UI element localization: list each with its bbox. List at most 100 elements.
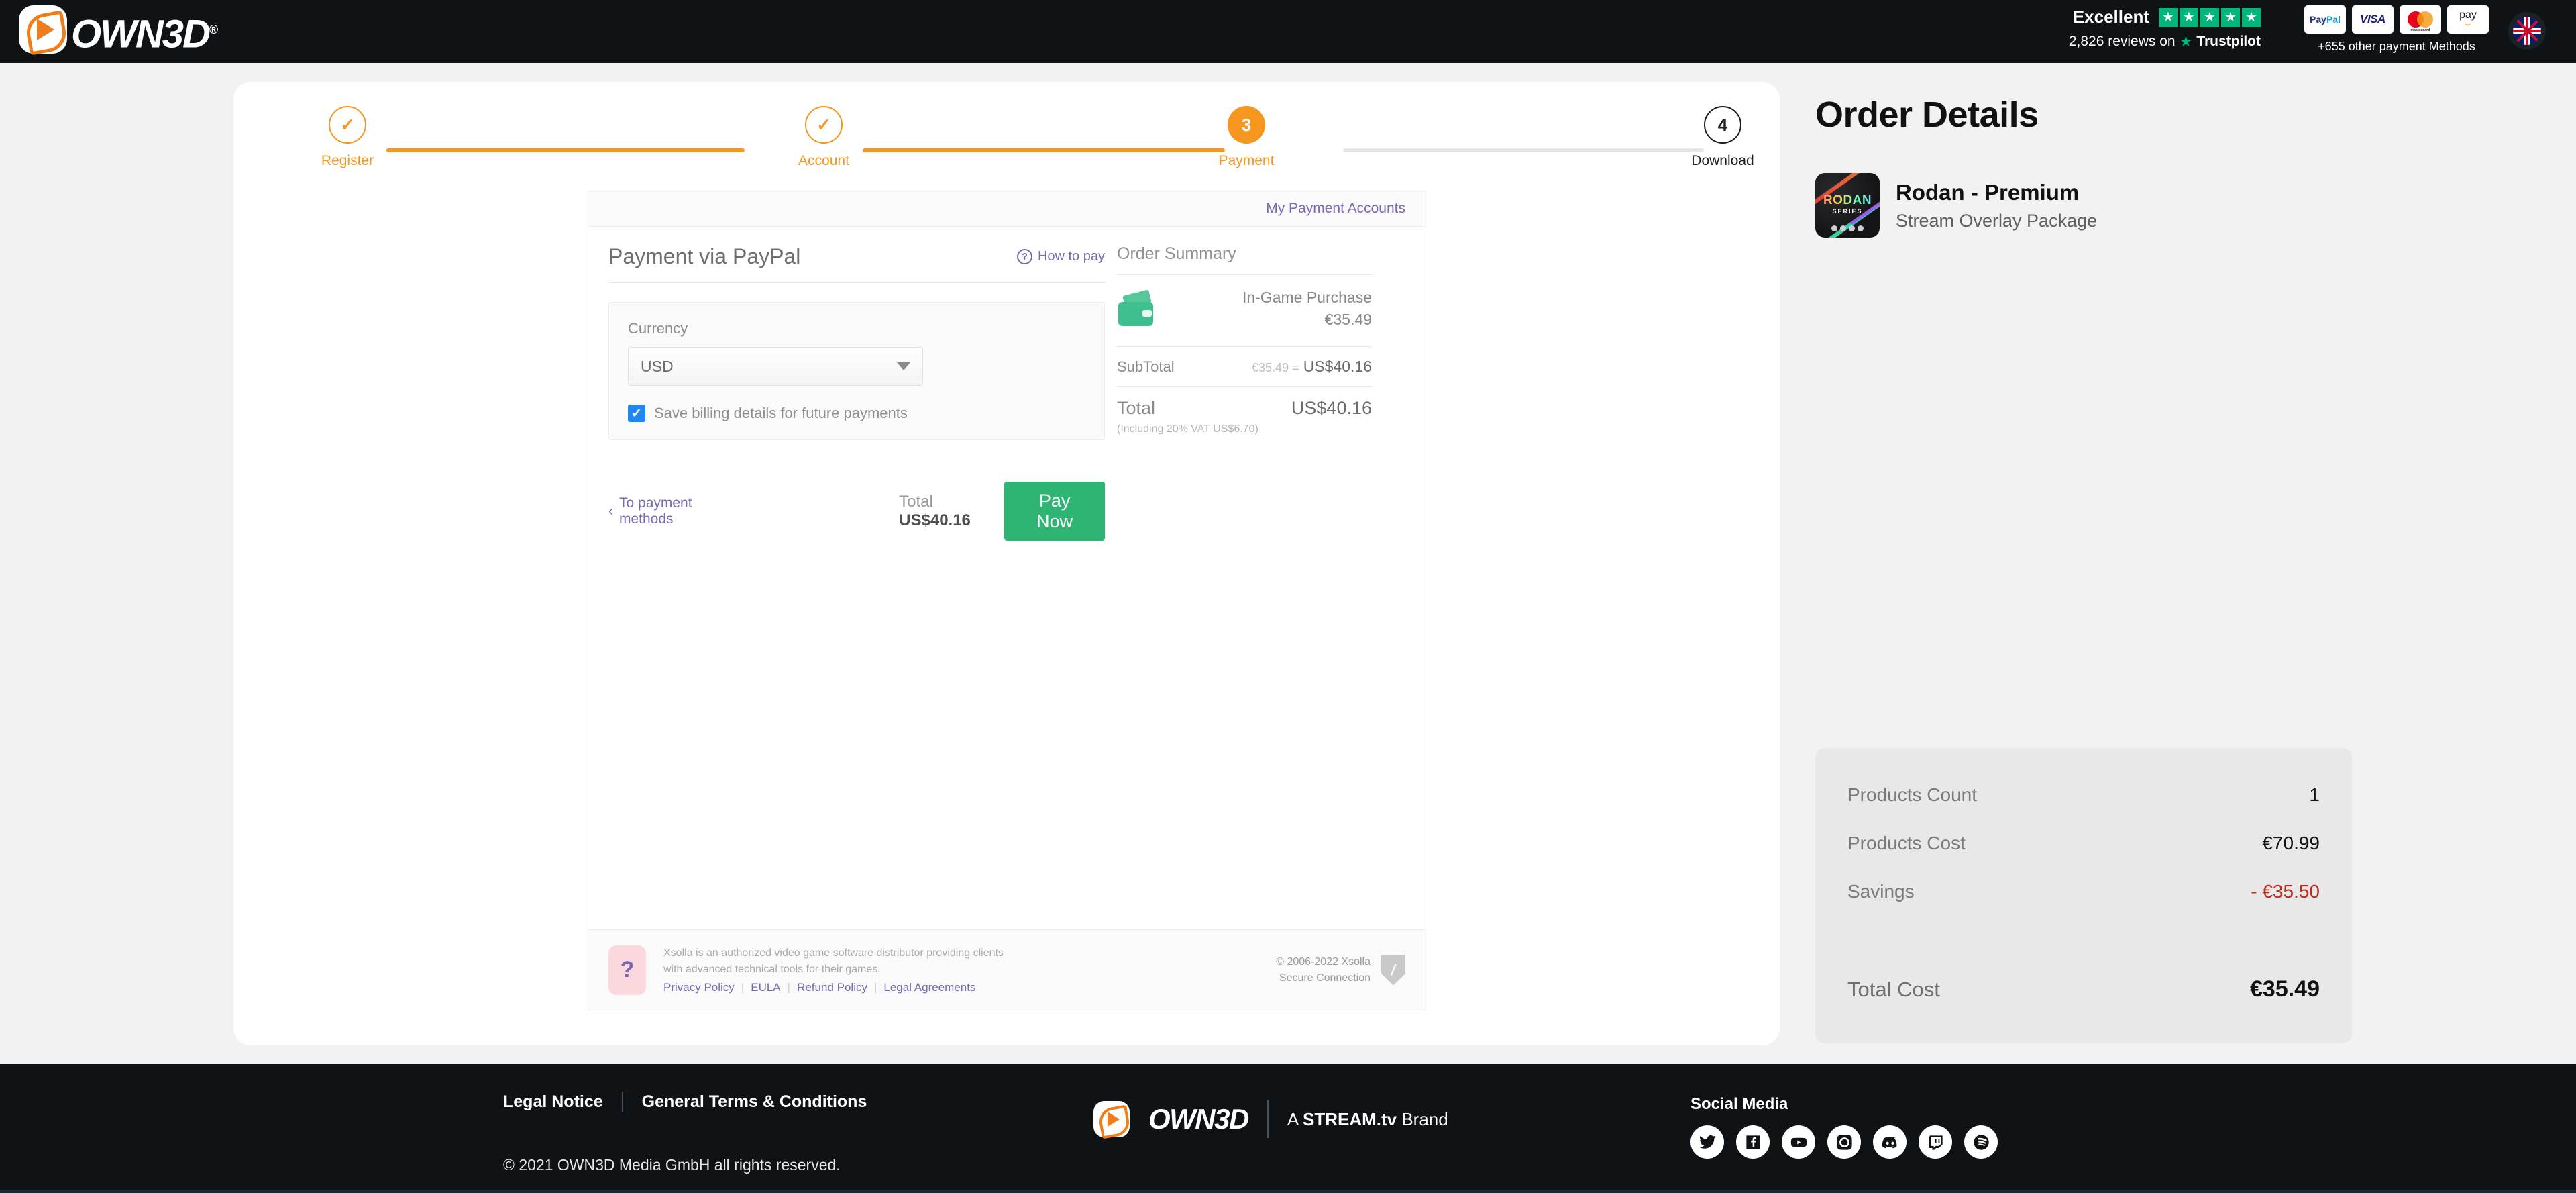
instagram-icon[interactable] [1827, 1125, 1861, 1159]
product-name: Rodan - Premium [1896, 179, 2080, 205]
step-account-label: Account [798, 153, 849, 168]
stepper-bar-2 [863, 148, 1225, 152]
step-download[interactable]: 4 Download [1649, 106, 1796, 169]
payment-methods-group[interactable]: Pay Pal VISA mastercard pay ⌣ +655 other p… [2304, 5, 2489, 54]
step-payment-label: Payment [1218, 153, 1275, 168]
twitter-icon[interactable] [1690, 1125, 1724, 1159]
wallet-icon [1117, 289, 1156, 326]
twitch-icon[interactable] [1919, 1125, 1952, 1159]
star-icon: ★ [2180, 7, 2198, 27]
own3d-logo[interactable]: OWN3D® [19, 5, 218, 58]
top-header-bar: OWN3D® Excellent ★ ★ ★ ★ ★ 2,826 reviews… [0, 0, 2576, 63]
product-row[interactable]: RODAN SERIES Rodan - Premium Stream Over… [1815, 173, 2352, 238]
stepper-bar-1 [386, 148, 745, 152]
xsolla-widget-toolbar: My Payment Accounts [588, 191, 1426, 227]
spotify-icon[interactable] [1964, 1125, 1998, 1159]
how-to-pay-label: How to pay [1037, 249, 1105, 264]
xsolla-payment-widget: My Payment Accounts Payment via PayPal ?… [588, 191, 1426, 1010]
save-billing-row[interactable]: ✓ Save billing details for future paymen… [628, 405, 1085, 422]
how-to-pay-link[interactable]: ? How to pay [1016, 249, 1105, 264]
xsolla-copyright: © 2006-2022 Xsolla [1276, 955, 1371, 968]
star-icon: ★ [2159, 7, 2178, 27]
own3d-play-icon [19, 5, 67, 54]
page-root: OWN3D® Excellent ★ ★ ★ ★ ★ 2,826 reviews… [0, 0, 2576, 1193]
trustpilot-rating-word: Excellent [2072, 7, 2149, 27]
currency-select[interactable]: USD [628, 347, 923, 386]
divider [608, 282, 1105, 283]
pay-total-value: US$40.16 [899, 511, 971, 529]
trustpilot-widget[interactable]: Excellent ★ ★ ★ ★ ★ 2,826 reviews on ★ T… [2069, 7, 2261, 50]
checkout-card: ✓ Register ✓ Account 3 Payment 4 Downloa… [233, 82, 1780, 1045]
divider [1117, 346, 1372, 347]
order-total-row: Total US$40.16 [1117, 398, 1372, 419]
pay-total: Total US$40.16 [899, 492, 988, 530]
totals-row-products-count: Products Count 1 [1847, 784, 2320, 806]
to-payment-methods-link[interactable]: ‹ To payment methods [608, 495, 723, 527]
to-payment-methods-label: To payment methods [619, 495, 692, 527]
other-payment-methods-label[interactable]: +655 other payment Methods [2304, 40, 2489, 54]
currency-field-box: Currency USD ✓ Save billing details for … [608, 302, 1105, 440]
totals-row-grand: Total Cost €35.49 [1847, 976, 2320, 1002]
order-subtotal-row: SubTotal €35.49 = US$40.16 [1117, 358, 1372, 376]
secure-connection-label: Secure Connection [1279, 972, 1371, 984]
trustpilot-star-icon: ★ [2179, 33, 2193, 50]
pay-total-label: Total [899, 492, 933, 511]
order-item-price: €35.49 [1324, 311, 1372, 328]
visa-logo: VISA [2352, 5, 2394, 34]
total-cost-label: Total Cost [1847, 978, 1940, 1001]
footer-brand: OWN3D A STREAM.tv Brand [1093, 1100, 1448, 1138]
footer-logo-text: OWN3D [1148, 1103, 1249, 1135]
trustpilot-stars: ★ ★ ★ ★ ★ [2159, 7, 2261, 27]
amazon-pay-logo: pay ⌣ [2447, 5, 2489, 34]
facebook-icon[interactable] [1736, 1125, 1770, 1159]
legal-agreements-link[interactable]: Legal Agreements [883, 981, 975, 994]
trustpilot-reviews-count: 2,826 reviews on [2068, 34, 2176, 49]
step-account-badge: ✓ [805, 106, 843, 144]
currency-selected-value: USD [641, 357, 674, 375]
social-media-icons [1690, 1125, 1998, 1159]
step-payment[interactable]: 3 Payment [1173, 106, 1320, 169]
save-billing-checkbox[interactable]: ✓ [628, 405, 645, 422]
savings-label: Savings [1847, 881, 1915, 902]
step-download-badge: 4 [1704, 106, 1741, 144]
pay-now-button[interactable]: Pay Now [1004, 482, 1105, 541]
step-register[interactable]: ✓ Register [274, 106, 421, 169]
terms-conditions-link[interactable]: General Terms & Conditions [642, 1092, 867, 1112]
divider [1117, 386, 1372, 387]
step-account[interactable]: ✓ Account [750, 106, 898, 169]
totals-row-savings: Savings - €35.50 [1847, 881, 2320, 902]
star-icon: ★ [2221, 7, 2240, 27]
my-payment-accounts-link[interactable]: My Payment Accounts [1266, 201, 1405, 217]
stream-tv-brand-label: A STREAM.tv Brand [1287, 1108, 1448, 1129]
star-icon: ★ [2200, 7, 2219, 27]
eula-link[interactable]: EULA [751, 981, 780, 994]
total-cost-value: €35.49 [2250, 976, 2320, 1002]
product-thumbnail: RODAN SERIES [1815, 173, 1880, 238]
refund-policy-link[interactable]: Refund Policy [797, 981, 867, 994]
discord-icon[interactable] [1873, 1125, 1907, 1159]
xsolla-secure-block: © 2006-2022 Xsolla Secure Connection [1276, 954, 1371, 986]
order-totals-card: Products Count 1 Products Cost €70.99 Sa… [1815, 748, 2352, 1043]
subtotal-value: US$40.16 [1303, 358, 1372, 375]
page-footer: Legal Notice General Terms & Conditions … [0, 1064, 2576, 1193]
subtotal-original: €35.49 = [1251, 361, 1299, 374]
uk-flag-icon[interactable] [2508, 12, 2546, 50]
trustpilot-brand: Trustpilot [2196, 34, 2261, 49]
bottom-accent-bar [0, 1190, 2576, 1193]
products-cost-label: Products Cost [1847, 833, 1966, 853]
step-download-label: Download [1691, 153, 1754, 168]
legal-notice-link[interactable]: Legal Notice [503, 1092, 603, 1112]
step-register-badge: ✓ [329, 106, 366, 144]
footer-links: Legal Notice General Terms & Conditions [503, 1092, 867, 1112]
youtube-icon[interactable] [1782, 1125, 1815, 1159]
xsolla-bunny-icon: ? [608, 945, 646, 995]
privacy-policy-link[interactable]: Privacy Policy [663, 981, 735, 994]
order-total-value: US$40.16 [1291, 398, 1372, 418]
xsolla-disclaimer-line1: Xsolla is an authorized video game softw… [663, 947, 1004, 959]
savings-value: - €35.50 [2251, 881, 2320, 902]
totals-row-products-cost: Products Cost €70.99 [1847, 833, 2320, 854]
logo-registered-mark: ® [209, 23, 218, 36]
logo-word: OWN3D [71, 12, 211, 56]
own3d-play-icon [1093, 1101, 1130, 1137]
products-count-value: 1 [2309, 784, 2320, 805]
